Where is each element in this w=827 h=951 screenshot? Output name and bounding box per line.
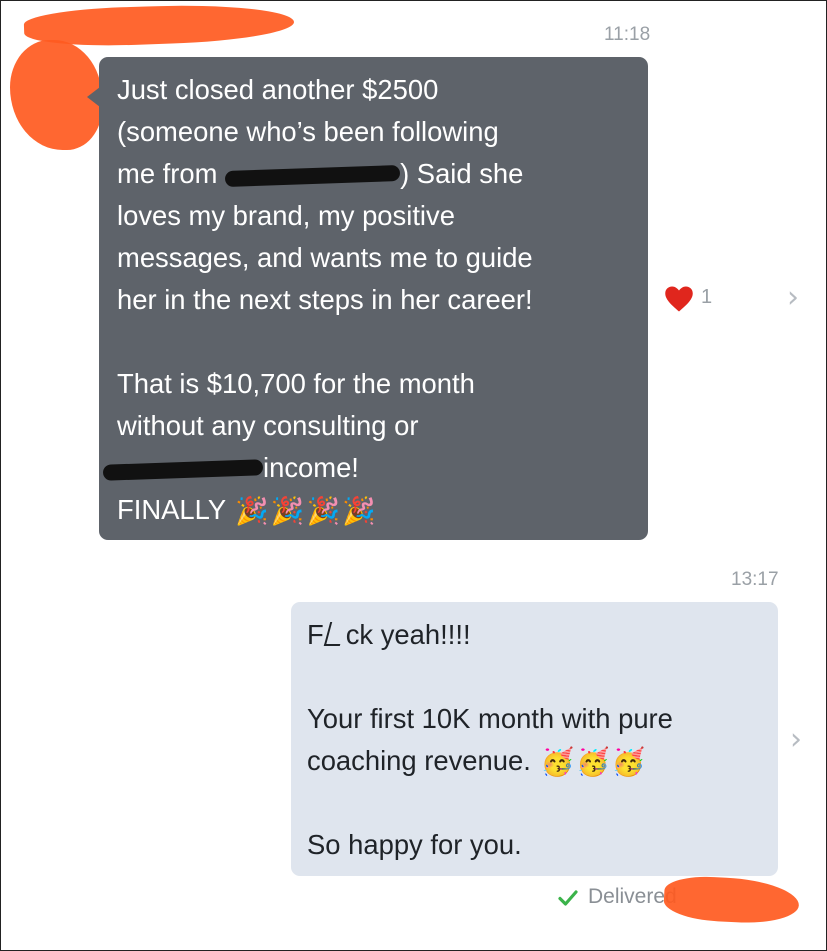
message-text: ck yeah!!!! [345,619,471,650]
message-line: Just closed another $2500 [117,74,439,105]
incoming-message-bubble[interactable]: Just closed another $2500 (someone who’s… [87,57,648,540]
partying-face-emoji: 🥳 [576,747,610,778]
message-line: messages, and wants me to guide [117,242,533,273]
outgoing-message-bubble[interactable]: Fck yeah!!!! Your first 10K month with p… [291,602,778,876]
message-line: without any consulting or [117,410,419,441]
party-popper-emoji: 🎉 [270,496,305,527]
message-line: coaching revenue. 🥳🥳🥳 [307,740,764,782]
party-popper-emoji: 🎉 [306,496,341,527]
message-text: me from [117,158,218,189]
message-line: Fck yeah!!!! [307,614,764,656]
checkmark-icon [558,890,578,906]
message-line: Your first 10K month with pure [307,703,673,734]
outgoing-timestamp: 13:17 [731,569,779,590]
reaction-count: 1 [701,286,713,308]
redaction-mark [224,164,401,187]
message-line: That is $10,700 for the month [117,368,475,399]
heart-icon[interactable] [664,285,694,313]
message-line: FINALLY 🎉🎉🎉🎉 [117,489,634,531]
message-text: ) Said she [400,158,524,189]
message-line: loves my brand, my positive [117,200,455,231]
message-text: income! [263,452,359,483]
redaction-mark [102,458,264,481]
message-line: So happy for you. [307,829,522,860]
message-line-redacted: me from ) Said she [117,153,634,195]
message-text: F [307,619,324,650]
partying-face-emoji: 🥳 [540,747,575,778]
incoming-timestamp: 11:18 [604,24,651,45]
chevron-right-icon[interactable]: › [790,722,802,757]
bubble-tail [87,87,100,107]
message-line: (someone who’s been following [117,116,499,147]
message-text: coaching revenue. [307,745,531,776]
chevron-right-icon[interactable]: › [787,280,799,315]
party-popper-emoji: 🎉 [235,496,269,527]
message-line: her in the next steps in her career! [117,284,533,315]
message-text: FINALLY [117,494,226,525]
party-popper-emoji: 🎉 [342,496,376,527]
partying-face-emoji: 🥳 [611,747,646,778]
redaction-scribble-mark [323,622,346,646]
message-line-redacted: income! [102,447,634,489]
